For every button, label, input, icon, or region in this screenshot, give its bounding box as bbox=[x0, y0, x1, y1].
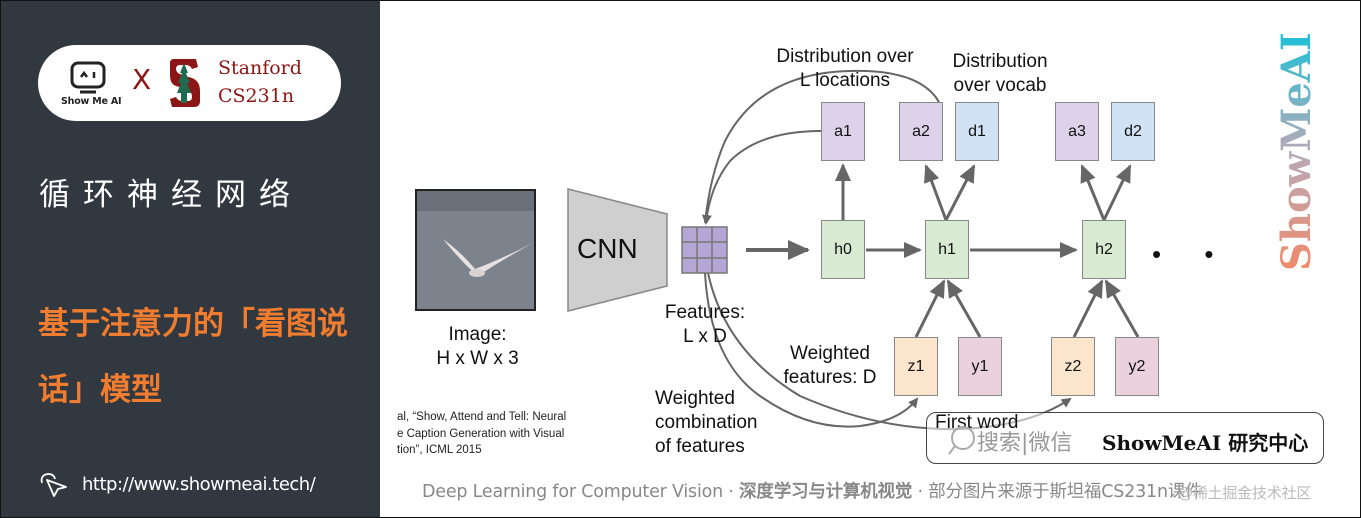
node-z2: z2 bbox=[1051, 337, 1095, 396]
node-y1: y1 bbox=[958, 337, 1002, 396]
website-url[interactable]: http://www.showmeai.tech/ bbox=[82, 474, 316, 495]
features-label-line2: L x D bbox=[683, 326, 727, 347]
section-title: 循环神经网络 bbox=[39, 177, 303, 213]
features-label-line1: Features: bbox=[664, 302, 746, 323]
watermark: @稀土掘金技术社区 bbox=[1178, 484, 1312, 502]
node-z1: z1 bbox=[894, 337, 938, 396]
sidebar: Show Me AI X Stanford CS231n 循环神经网络 基于注意… bbox=[1, 1, 380, 517]
weighted-features-line2: features: D bbox=[783, 367, 877, 388]
weighted-combination-line2: combination bbox=[655, 412, 758, 433]
search-icon bbox=[948, 426, 975, 455]
node-h2: h2 bbox=[1082, 220, 1126, 279]
sequence-ellipsis: • • bbox=[1152, 239, 1232, 269]
dist-locations-line2: L locations bbox=[799, 70, 891, 91]
node-y2: y2 bbox=[1115, 337, 1159, 396]
footer-separator: · bbox=[723, 482, 740, 502]
arrow-y1-to-h1 bbox=[946, 279, 982, 338]
node-d1: d1 bbox=[955, 102, 999, 161]
dist-locations-line1: Distribution over bbox=[776, 46, 914, 67]
arrow-h2-to-a3 bbox=[1080, 164, 1106, 221]
collab-cross: X bbox=[132, 63, 152, 96]
arrow-y2-to-h2 bbox=[1104, 279, 1140, 338]
cnn-label: CNN bbox=[577, 233, 638, 264]
course-code: CS231n bbox=[218, 85, 295, 107]
arrow-h1-to-d1 bbox=[944, 164, 976, 221]
node-d2: d2 bbox=[1111, 102, 1155, 161]
stanford-name: Stanford bbox=[218, 57, 302, 79]
footer-separator-2: · bbox=[912, 482, 929, 502]
svg-text:ShowMeAI: ShowMeAI bbox=[1273, 32, 1320, 271]
showmeai-logo-text: Show Me AI bbox=[61, 96, 122, 107]
arrow-h1-to-a2 bbox=[924, 164, 948, 221]
node-a3: a3 bbox=[1055, 102, 1099, 161]
slide-frame: Show Me AI X Stanford CS231n 循环神经网络 基于注意… bbox=[0, 0, 1361, 518]
seagull-photo-icon bbox=[417, 191, 534, 309]
citation-line2: e Caption Generation with Visual bbox=[397, 427, 565, 440]
image-label-line1: Image: bbox=[448, 324, 507, 345]
footer: Deep Learning for Computer Vision · 深度学习… bbox=[422, 478, 1203, 503]
node-h1: h1 bbox=[925, 220, 969, 279]
showmeai-vertical-brand: ShowMeAI bbox=[1273, 32, 1320, 271]
node-a1: a1 bbox=[821, 102, 865, 161]
node-a2: a2 bbox=[899, 102, 943, 161]
feature-grid bbox=[681, 226, 728, 274]
weighted-combination-line3: of features bbox=[655, 436, 745, 457]
node-h0: h0 bbox=[821, 220, 865, 279]
arrow-h2-to-d2 bbox=[1102, 164, 1132, 221]
logo-banner: Show Me AI X Stanford CS231n bbox=[38, 45, 341, 121]
wechat-search-box[interactable]: First word 搜索|微信 ShowMeAI 研究中心 bbox=[926, 412, 1324, 464]
website-link[interactable]: http://www.showmeai.tech/ bbox=[38, 471, 316, 497]
arrow-z1-to-h1 bbox=[914, 279, 946, 338]
image-label-line2: H x W x 3 bbox=[436, 348, 519, 369]
search-hint: 搜索|微信 bbox=[977, 431, 1073, 456]
citation-line3: tion”, ICML 2015 bbox=[397, 444, 482, 456]
weighted-combination-line1: Weighted bbox=[655, 388, 735, 409]
citation-line1: al, “Show, Attend and Tell: Neural bbox=[397, 411, 567, 423]
arrow-z2-to-h2 bbox=[1072, 279, 1104, 338]
stanford-logo-icon bbox=[170, 59, 200, 107]
search-account-name: ShowMeAI 研究中心 bbox=[1102, 431, 1309, 455]
lesson-title: 基于注意力的「看图说话」模型 bbox=[38, 306, 348, 408]
cursor-click-icon bbox=[40, 473, 67, 497]
weighted-features-line1: Weighted bbox=[790, 343, 870, 364]
footer-course-cn: 深度学习与计算机视觉 bbox=[739, 482, 913, 502]
input-image bbox=[415, 189, 536, 311]
dist-vocab-line2: over vocab bbox=[953, 75, 1047, 96]
dist-vocab-line1: Distribution bbox=[952, 51, 1048, 72]
footer-course-en: Deep Learning for Computer Vision bbox=[422, 482, 724, 502]
slide-content: ShowMeAI Image: H x W x 3 CNN Features: bbox=[380, 1, 1360, 517]
footer-source: 部分图片来源于斯坦福CS231n课件 bbox=[928, 482, 1203, 502]
paper-citation: al, “Show, Attend and Tell: Neural e Cap… bbox=[397, 409, 566, 459]
